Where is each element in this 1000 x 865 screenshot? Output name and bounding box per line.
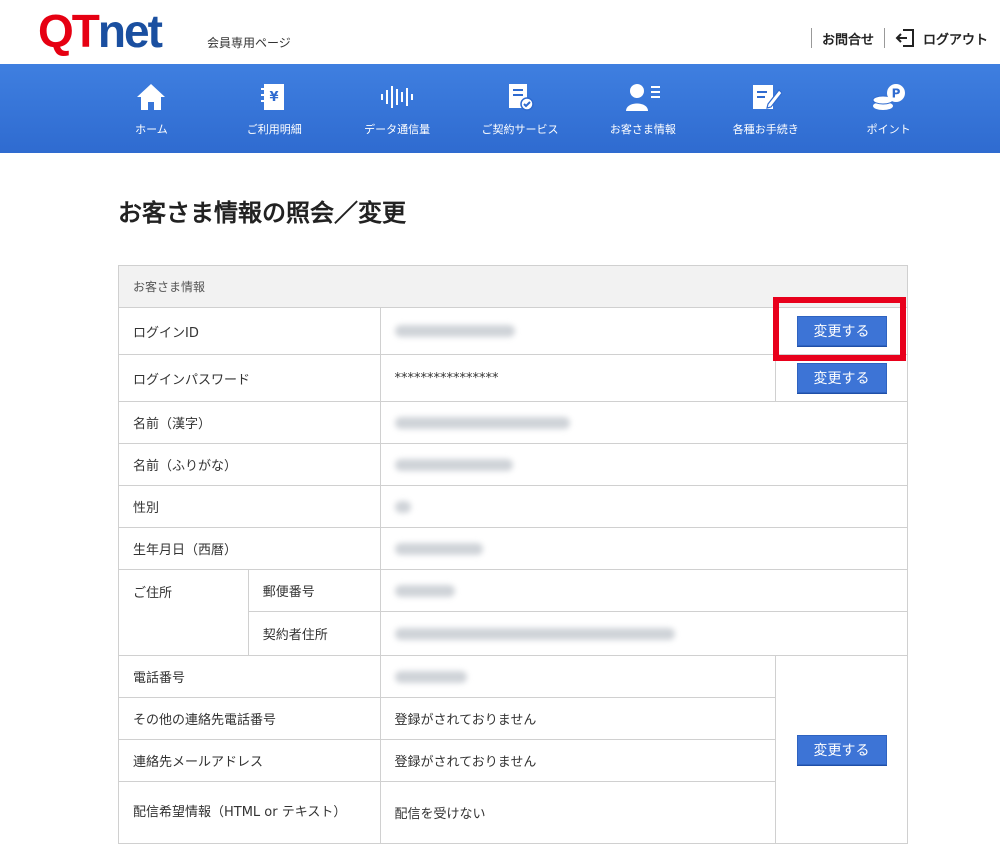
contact-action: 変更する	[775, 655, 908, 844]
postal-code-value	[379, 569, 909, 612]
table-row: 名前（漢字）	[118, 401, 909, 444]
nav-label: 各種お手続き	[732, 122, 799, 136]
redacted-value	[394, 458, 513, 471]
address-label: ご住所	[118, 569, 249, 656]
logo-t: T	[71, 5, 100, 57]
redacted-value	[394, 542, 483, 555]
nav-item-home[interactable]: ホーム	[90, 64, 213, 153]
redacted-value	[394, 416, 570, 429]
svg-text:¥: ¥	[270, 90, 279, 105]
redacted-value	[394, 670, 467, 683]
contract-address-value	[379, 611, 909, 656]
login-id-value	[379, 307, 777, 355]
qtnet-logo[interactable]: Q Tnet	[38, 5, 163, 57]
password-value: ****************	[379, 354, 777, 402]
contract-address-label: 契約者住所	[247, 611, 381, 656]
main-nav: ホーム ¥ ご利用明細 データ通信量 ご契約サービス お客さま情報 各種お手続き…	[0, 64, 1000, 153]
nav-label: ホーム	[135, 122, 168, 136]
name-kana-label: 名前（ふりがな）	[118, 443, 381, 486]
logo-q: Q	[38, 5, 74, 57]
birthday-label: 生年月日（西暦）	[118, 527, 381, 570]
table-row: 生年月日（西暦）	[118, 527, 909, 570]
invoice-icon: ¥	[256, 81, 292, 113]
procedure-icon	[748, 81, 784, 113]
email-value: 登録がされておりません	[379, 739, 777, 782]
phone-value	[379, 655, 777, 698]
nav-label: データ通信量	[364, 122, 431, 136]
name-kanji-value	[379, 401, 909, 444]
delivery-label: 配信希望情報（HTML or テキスト）	[118, 781, 381, 844]
contact-link[interactable]: お問合せ	[822, 29, 874, 48]
section-header: お客さま情報	[118, 265, 908, 308]
logout-link[interactable]: ログアウト	[923, 29, 988, 48]
gender-value	[379, 485, 909, 528]
table-row: ログインID 変更する	[118, 307, 908, 355]
logo-net: net	[97, 5, 163, 57]
nav-item-point[interactable]: P ポイント	[827, 64, 950, 153]
table-row: 性別	[118, 485, 909, 528]
customer-info-table: お客さま情報 ログインID 変更する ログインパスワード ***********…	[118, 265, 909, 844]
name-kana-value	[379, 443, 909, 486]
postal-code-label: 郵便番号	[247, 569, 381, 612]
nav-item-invoice[interactable]: ¥ ご利用明細	[213, 64, 336, 153]
redacted-value	[394, 325, 515, 337]
delivery-value: 配信を受けない	[379, 781, 777, 844]
email-label: 連絡先メールアドレス	[118, 739, 381, 782]
svg-text:P: P	[891, 86, 900, 100]
other-phone-value: 登録がされておりません	[379, 697, 777, 740]
nav-item-procedure[interactable]: 各種お手続き	[704, 64, 827, 153]
nav-label: お客さま情報	[609, 122, 676, 136]
table-row: 名前（ふりがな）	[118, 443, 909, 486]
login-id-action: 変更する	[775, 307, 908, 355]
contract-icon	[502, 81, 538, 113]
member-page-subtitle: 会員専用ページ	[207, 36, 291, 50]
nav-item-contract[interactable]: ご契約サービス	[459, 64, 582, 153]
nav-label: ポイント	[866, 122, 911, 136]
name-kanji-label: 名前（漢字）	[118, 401, 381, 444]
nav-label: ご利用明細	[246, 122, 302, 136]
redacted-value	[394, 627, 675, 640]
table-row: ログインパスワード **************** 変更する	[118, 354, 908, 402]
gender-label: 性別	[118, 485, 381, 528]
redacted-value	[394, 584, 455, 597]
change-contact-button[interactable]: 変更する	[796, 734, 887, 765]
divider	[810, 28, 812, 48]
other-phone-label: その他の連絡先電話番号	[118, 697, 381, 740]
table-row: ご住所 郵便番号	[118, 569, 909, 656]
birthday-value	[379, 527, 909, 570]
table-row: 電話番号 変更する	[118, 655, 908, 844]
redacted-value	[394, 500, 411, 513]
password-label: ログインパスワード	[118, 354, 381, 402]
user-info-icon	[625, 81, 661, 113]
point-icon: P	[871, 81, 907, 113]
password-action: 変更する	[775, 354, 908, 402]
header-links: お問合せ ログアウト	[801, 28, 988, 48]
phone-label: 電話番号	[118, 655, 381, 698]
divider	[883, 28, 885, 48]
site-header: Q Tnet 会員専用ページ お問合せ ログアウト	[0, 0, 1000, 64]
logout-icon[interactable]	[895, 29, 915, 47]
nav-label: ご契約サービス	[481, 122, 559, 136]
change-password-button[interactable]: 変更する	[796, 363, 887, 393]
home-icon	[133, 81, 169, 113]
page-title: お客さま情報の照会／変更	[118, 199, 406, 227]
nav-item-user-info[interactable]: お客さま情報	[581, 64, 704, 153]
login-id-label: ログインID	[118, 307, 381, 355]
nav-item-data-usage[interactable]: データ通信量	[336, 64, 459, 153]
table-row: お客さま情報	[118, 265, 908, 308]
change-login-id-button[interactable]: 変更する	[796, 316, 887, 346]
data-usage-icon	[379, 81, 415, 113]
